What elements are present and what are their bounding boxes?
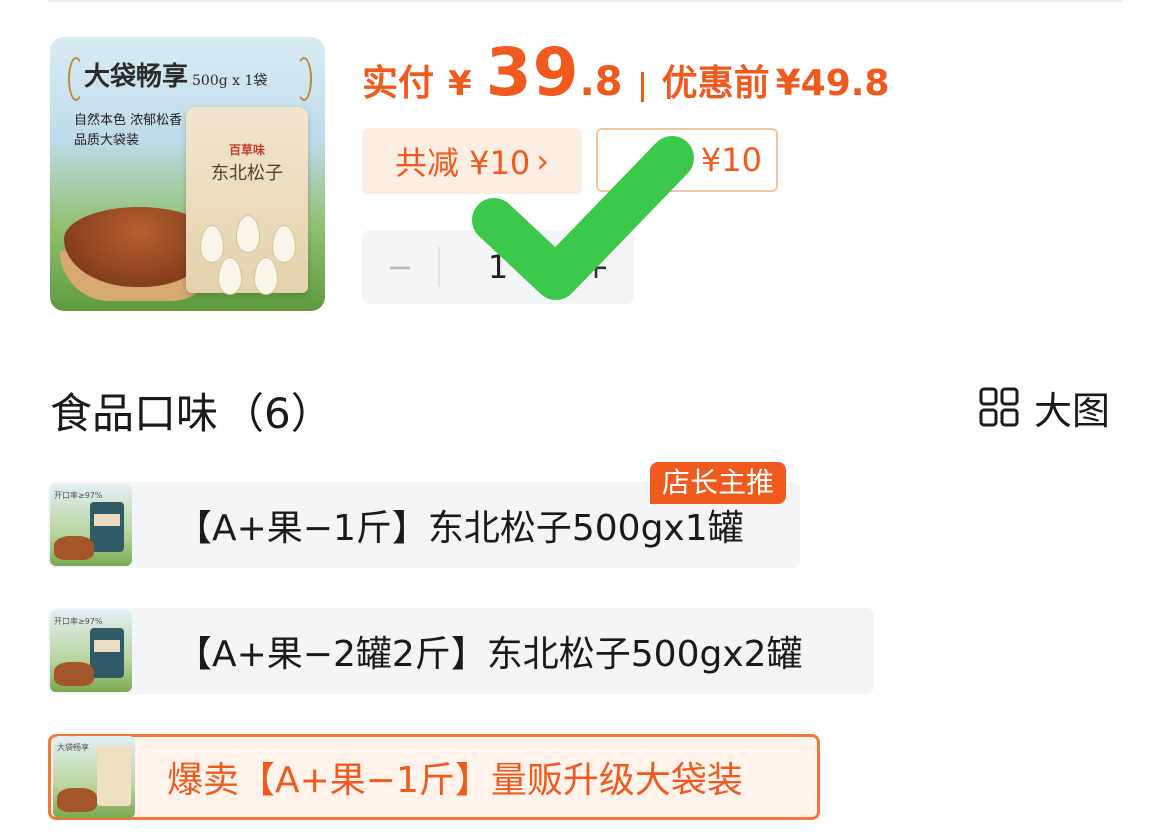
original-price-value: ¥49.8 — [775, 63, 890, 104]
option-label: 【A+果−1斤】东北松子500gx1罐 — [176, 508, 744, 549]
decrease-button[interactable]: − — [362, 230, 438, 304]
original-price-label: 优惠前 — [661, 63, 770, 104]
view-toggle-label: 大图 — [1034, 388, 1111, 433]
price-row: 实付 ¥ 39 .8 优惠前 ¥49.8 — [362, 34, 889, 124]
recommend-badge: 店长主推 — [650, 462, 787, 504]
price-decimal: .8 — [579, 59, 623, 105]
product-image[interactable]: 大袋畅享 500g x 1袋 自然本色 浓郁松香 品质大袋装 百草味 东北松子 — [50, 37, 325, 311]
option-label: 爆卖【A+果−1斤】量贩升级大袋装 — [167, 760, 743, 801]
large-view-toggle[interactable]: 大图 — [978, 382, 1111, 433]
top-divider — [48, 0, 1122, 2]
option-thumbnail: 开口率≥97% — [50, 610, 132, 692]
price-separator — [640, 72, 644, 102]
flavor-option-2[interactable]: 开口率≥97% 【A+果−2罐2斤】东北松子500gx2罐 — [48, 608, 874, 694]
image-subtitle-2: 品质大袋装 — [74, 133, 140, 148]
checkmark-icon — [472, 136, 694, 300]
laurel-right-icon — [296, 57, 312, 101]
image-title: 大袋畅享 500g x 1袋 — [84, 62, 268, 92]
option-thumbnail: 开口率≥97% — [50, 484, 132, 566]
product-bag: 百草味 东北松子 — [186, 107, 308, 295]
section-count: （6） — [222, 389, 333, 438]
option-thumbnail: 大袋畅享 — [53, 736, 135, 818]
price-currency: ¥ — [448, 64, 472, 104]
image-subtitle: 自然本色 浓郁松香 — [74, 113, 183, 128]
flavor-option-3[interactable]: 大袋畅享 爆卖【A+果−1斤】量贩升级大袋装 — [48, 734, 820, 820]
price-integer: 39 — [485, 34, 580, 111]
section-title-text: 食品口味 — [50, 389, 219, 438]
coupon-value: ¥10 — [700, 141, 762, 179]
grid-icon — [979, 387, 1019, 427]
option-label: 【A+果−2罐2斤】东北松子500gx2罐 — [176, 634, 803, 675]
price-label: 实付 — [362, 63, 435, 104]
section-title: 食品口味（6） — [50, 380, 333, 441]
